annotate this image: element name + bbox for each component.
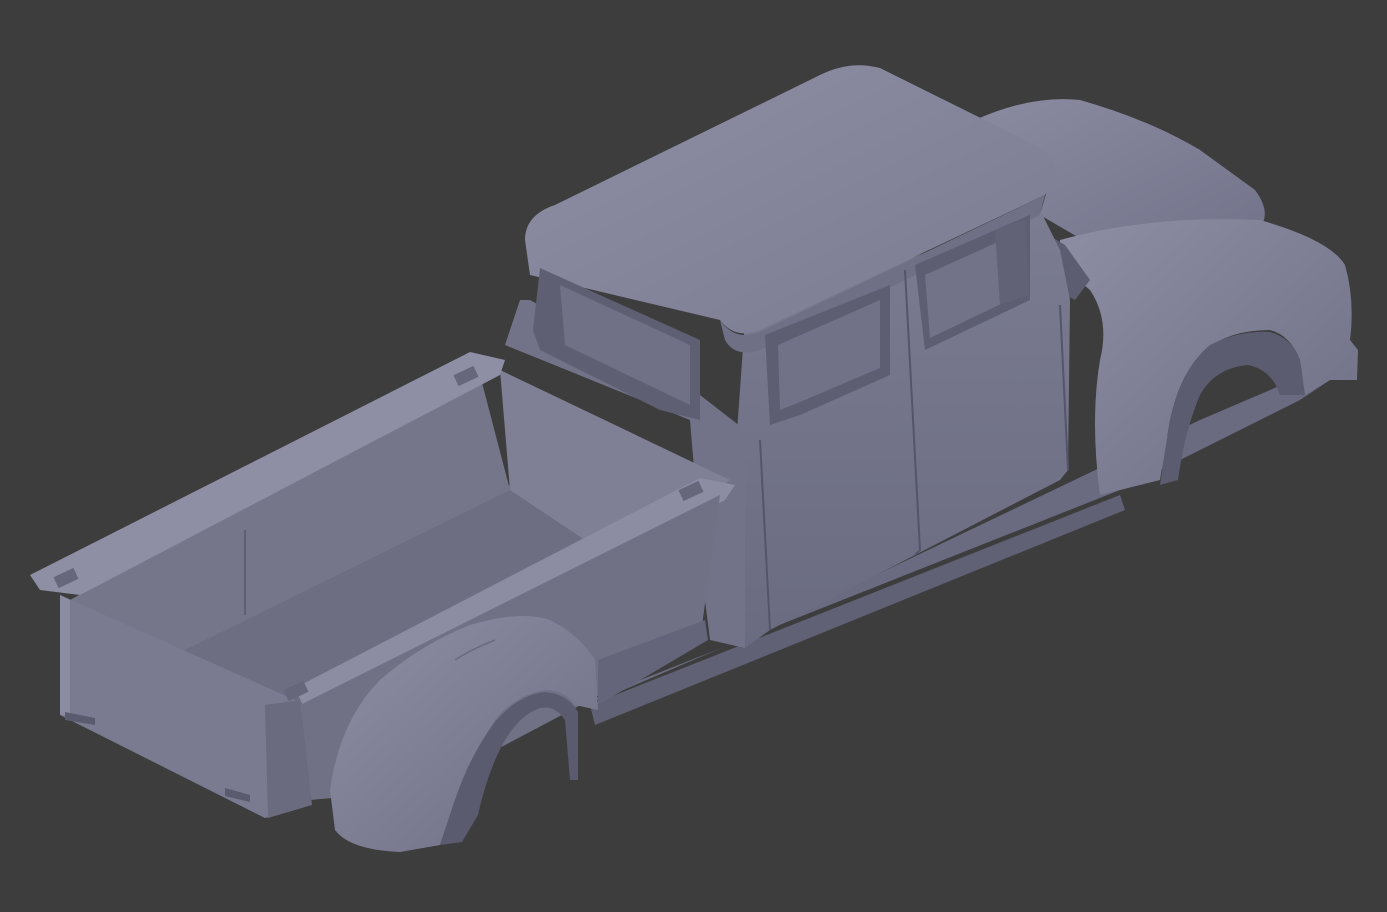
truck-render	[30, 65, 1358, 852]
tailgate-edge	[60, 595, 70, 715]
vent-window	[995, 220, 1030, 305]
3d-viewport[interactable]	[0, 0, 1387, 912]
